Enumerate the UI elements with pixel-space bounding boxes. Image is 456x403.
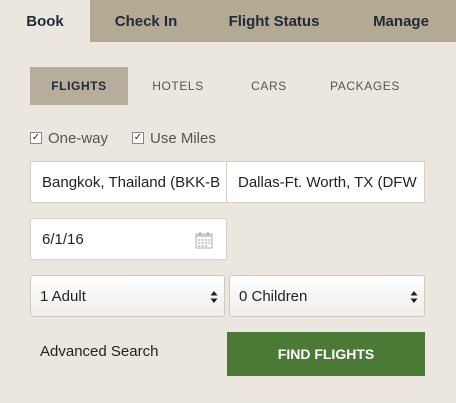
booking-type-tabs: FLIGHTS HOTELS CARS PACKAGES [30, 67, 420, 105]
tab-book[interactable]: Book [0, 0, 90, 42]
tab-book-label: Book [26, 12, 64, 30]
subtab-packages-label: PACKAGES [330, 79, 400, 93]
advanced-search-link[interactable]: Advanced Search [40, 343, 158, 360]
departure-date-value: 6/1/16 [42, 230, 84, 248]
origin-input[interactable]: Bangkok, Thailand (BKK-B [30, 161, 227, 203]
one-way-option[interactable]: ✓ One-way [30, 128, 108, 148]
select-arrows-icon [410, 291, 418, 303]
destination-value: Dallas-Ft. Worth, TX (DFW [238, 173, 417, 191]
tab-flight-status-label: Flight Status [228, 12, 320, 30]
select-arrows-icon [210, 291, 218, 303]
destination-input[interactable]: Dallas-Ft. Worth, TX (DFW [226, 161, 425, 203]
use-miles-label: Use Miles [150, 129, 216, 147]
subtab-cars-label: CARS [251, 79, 287, 93]
subtab-flights[interactable]: FLIGHTS [30, 67, 128, 105]
one-way-label: One-way [48, 129, 109, 147]
use-miles-option[interactable]: ✓ Use Miles [132, 128, 216, 148]
children-select[interactable]: 0 Children [229, 275, 425, 317]
use-miles-checkbox[interactable]: ✓ [132, 132, 144, 144]
adults-select[interactable]: 1 Adult [30, 275, 225, 317]
find-flights-button[interactable]: FIND FLIGHTS [227, 332, 425, 376]
main-tab-bar: Book Check In Flight Status Manage [0, 0, 456, 42]
origin-value: Bangkok, Thailand (BKK-B [42, 173, 221, 191]
subtab-packages[interactable]: PACKAGES [310, 67, 420, 105]
subtab-hotels[interactable]: HOTELS [128, 67, 228, 105]
subtab-flights-label: FLIGHTS [51, 79, 107, 93]
tab-flight-status[interactable]: Flight Status [202, 0, 346, 42]
adults-selected-value: 1 Adult [40, 287, 86, 305]
departure-date-input[interactable]: 6/1/16 [30, 218, 227, 260]
subtab-hotels-label: HOTELS [152, 79, 204, 93]
children-selected-value: 0 Children [239, 287, 308, 305]
one-way-checkbox[interactable]: ✓ [30, 132, 42, 144]
subtab-cars[interactable]: CARS [228, 67, 310, 105]
calendar-icon[interactable] [195, 231, 213, 249]
tab-check-in-label: Check In [114, 12, 178, 30]
tab-check-in[interactable]: Check In [90, 0, 202, 42]
tab-manage-label: Manage [373, 12, 429, 30]
tab-manage[interactable]: Manage [346, 0, 456, 42]
